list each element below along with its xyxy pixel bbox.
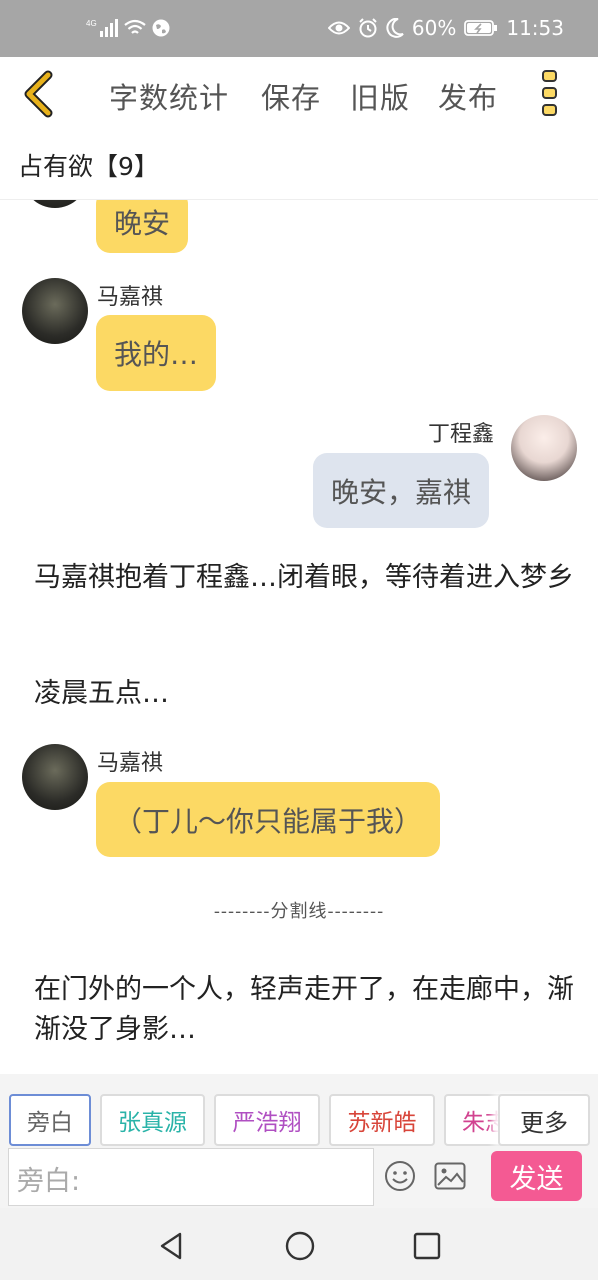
document-title[interactable]: 占有欲【9】 — [18, 147, 159, 183]
message-input[interactable]: 旁白: — [8, 1148, 374, 1206]
avatar — [511, 415, 577, 481]
eye-icon — [327, 20, 350, 36]
character-chip[interactable]: 苏新皓 — [329, 1094, 435, 1146]
image-icon — [434, 1162, 466, 1190]
section-divider: --------分割线-------- — [213, 901, 385, 922]
character-selector: 旁白 张真源 严浩翔 苏新皓 朱志 更多 — [0, 1074, 598, 1146]
smiley-icon — [385, 1161, 415, 1191]
save-button[interactable]: 保存 — [261, 75, 321, 117]
publish-button[interactable]: 发布 — [438, 75, 498, 117]
avatar — [22, 200, 88, 208]
narration-text[interactable]: 在门外的一个人，轻声走开了，在走廊中，渐渐没了身影… — [34, 970, 574, 1050]
speaker-name: 马嘉祺 — [97, 751, 164, 776]
narration-text[interactable]: 凌晨五点… — [34, 674, 574, 714]
more-characters-button[interactable]: 更多 — [498, 1094, 590, 1146]
battery-percent: 60% — [411, 16, 457, 40]
chevron-left-icon — [24, 70, 53, 118]
old-version-button[interactable]: 旧版 — [350, 75, 410, 117]
triangle-back-icon — [160, 1232, 182, 1260]
globe-icon — [152, 19, 170, 37]
story-content[interactable]: 晚安 马嘉祺 我的… 丁程鑫 晚安，嘉祺 马嘉祺抱着丁程鑫…闭着眼，等待着进入梦… — [0, 200, 598, 1074]
chip-label: 严浩翔 — [232, 1110, 302, 1136]
speaker-name: 马嘉祺 — [97, 285, 164, 310]
signal-icon: 4G — [86, 18, 118, 38]
network-type-label: 4G — [86, 19, 97, 28]
chat-bubble[interactable]: 晚安，嘉祺 — [313, 453, 490, 528]
square-recents-icon — [413, 1232, 441, 1260]
editor-toolbar: 字数统计 保存 旧版 发布 — [0, 57, 598, 133]
moon-icon — [386, 18, 404, 38]
more-menu-button[interactable] — [540, 69, 560, 117]
chip-label: 张真源 — [118, 1110, 187, 1136]
chip-label: 苏新皓 — [347, 1110, 417, 1136]
more-vertical-icon — [542, 70, 557, 116]
battery-icon — [464, 19, 498, 37]
chat-bubble[interactable]: 晚安 — [96, 200, 189, 253]
avatar — [22, 278, 88, 344]
chat-bubble[interactable]: （丁儿～你只能属于我） — [96, 782, 441, 857]
image-button[interactable] — [434, 1162, 466, 1190]
title-row: 占有欲【9】 — [0, 133, 598, 200]
clock-time: 11:53 — [506, 16, 564, 40]
emoji-button[interactable] — [384, 1160, 416, 1192]
word-count-button[interactable]: 字数统计 — [109, 75, 229, 117]
input-row: 旁白: 发送 — [0, 1146, 598, 1208]
recents-nav-button[interactable] — [411, 1230, 443, 1262]
status-bar: 4G 60% 11:53 — [0, 0, 598, 57]
alarm-icon — [358, 18, 378, 38]
chip-label: 旁白 — [27, 1110, 73, 1136]
circle-home-icon — [285, 1231, 315, 1261]
home-nav-button[interactable] — [284, 1230, 316, 1262]
character-chip-narrator[interactable]: 旁白 — [9, 1094, 91, 1146]
chat-bubble[interactable]: 我的… — [96, 315, 217, 391]
speaker-name: 丁程鑫 — [428, 422, 495, 447]
back-button[interactable] — [18, 69, 68, 119]
wifi-icon — [124, 19, 146, 37]
character-chip[interactable]: 张真源 — [100, 1094, 205, 1146]
back-nav-button[interactable] — [156, 1230, 188, 1262]
send-button[interactable]: 发送 — [491, 1151, 582, 1201]
system-navigation-bar — [0, 1208, 598, 1280]
narration-text[interactable]: 马嘉祺抱着丁程鑫…闭着眼，等待着进入梦乡 — [34, 558, 574, 598]
avatar — [22, 744, 88, 810]
character-chip[interactable]: 严浩翔 — [214, 1094, 320, 1146]
